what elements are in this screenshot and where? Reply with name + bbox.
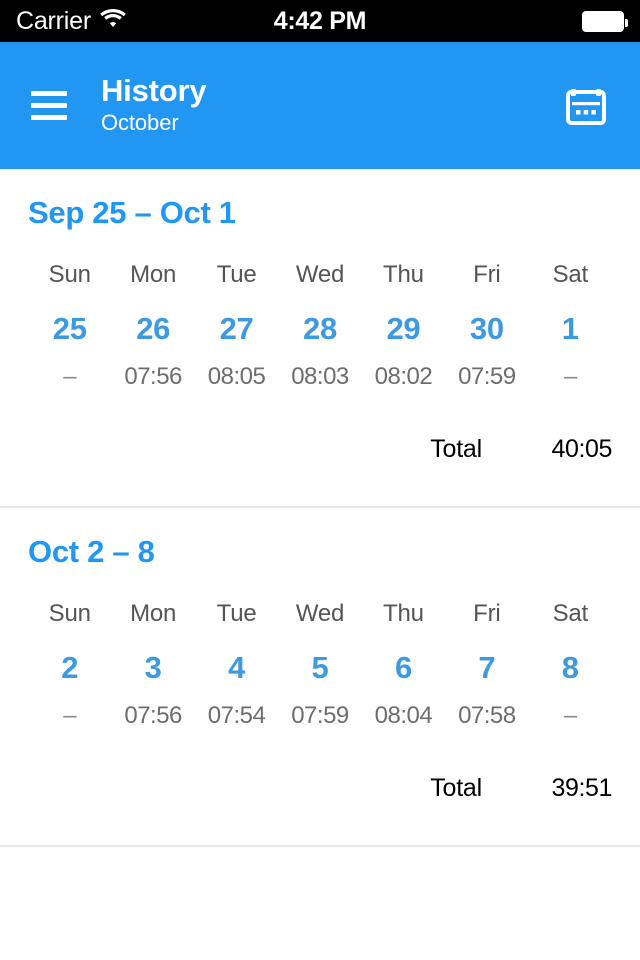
day-number[interactable]: 7 (445, 650, 528, 702)
day-hours-value: 07:58 (458, 702, 516, 729)
day-hours-value: 07:56 (124, 363, 182, 390)
week-range-heading[interactable]: Sep 25 – Oct 1 (28, 195, 612, 231)
day-hours-value: 07:54 (207, 702, 266, 729)
day-number[interactable]: 1 (529, 311, 612, 363)
weekday-label: Fri (473, 261, 501, 288)
weekday-label: Thu (383, 261, 424, 288)
week-range-heading[interactable]: Oct 2 – 8 (28, 534, 612, 570)
hamburger-bar (31, 115, 67, 120)
hamburger-bar (31, 103, 67, 108)
day-number[interactable]: 4 (195, 650, 278, 702)
day-hours-value: 08:04 (374, 702, 433, 729)
weekday-label: Sun (48, 261, 91, 288)
day-number[interactable]: 30 (445, 311, 528, 363)
weekday-label: Wed (295, 261, 345, 288)
day-number[interactable]: 3 (111, 650, 194, 702)
day-number[interactable]: 27 (195, 311, 278, 363)
weekday-label: Mon (130, 600, 177, 627)
week-section: Oct 2 – 8 Sun Mon Tue Wed Thu Fri Sat 2 3 4 5 6 7 8–07… (0, 508, 640, 847)
day-number[interactable]: 29 (362, 311, 445, 363)
day-number[interactable]: 26 (111, 311, 194, 363)
day-hours-value: 08:02 (374, 363, 433, 390)
status-bar: Carrier 4:42 PM (0, 0, 640, 42)
day-hours-empty: – (63, 702, 77, 729)
day-number[interactable]: 2 (28, 650, 111, 702)
weekday-label: Thu (383, 600, 424, 627)
weekday-label: Mon (130, 261, 177, 288)
app-bar-titles: History October (101, 72, 207, 138)
week-total-value: 40:05 (551, 435, 612, 463)
week-total-label: Total (430, 774, 482, 802)
weekday-label: Wed (295, 600, 345, 627)
week-total-value: 39:51 (551, 774, 612, 802)
week-grid: Sun Mon Tue Wed Thu Fri Sat 2 3 4 5 6 7 8–07:56 07:54 0… (28, 600, 612, 730)
week-total-row: Total 39:51 (28, 730, 612, 845)
day-hours-empty: – (63, 363, 77, 390)
day-hours-value: 07:56 (124, 702, 182, 729)
hamburger-bar (31, 91, 67, 96)
day-hours-value: 08:05 (207, 363, 266, 390)
day-number[interactable]: 8 (529, 650, 612, 702)
day-number[interactable]: 6 (362, 650, 445, 702)
day-hours-value: 07:59 (458, 363, 516, 390)
weekday-label: Fri (473, 600, 501, 627)
carrier-label: Carrier (16, 6, 91, 35)
day-hours-empty: – (563, 363, 577, 390)
day-hours-value: 07:59 (291, 702, 349, 729)
hamburger-menu-icon[interactable] (26, 83, 72, 129)
weekday-label: Sun (48, 600, 91, 627)
day-hours-value: 08:03 (291, 363, 349, 390)
page-subtitle: October (101, 110, 179, 136)
app-bar: History October (0, 42, 640, 169)
battery-full-icon (582, 10, 628, 32)
day-number[interactable]: 5 (278, 650, 361, 702)
day-hours-empty: – (563, 702, 577, 729)
week-total-label: Total (430, 435, 482, 463)
page-title: History (101, 72, 207, 108)
weekday-label: Tue (216, 261, 257, 288)
day-number[interactable]: 25 (28, 311, 111, 363)
weekday-label: Tue (216, 600, 257, 627)
week-grid: Sun Mon Tue Wed Thu Fri Sat 25 26 27 28 29 30 1–07:56… (28, 261, 612, 391)
weekday-label: Sat (552, 600, 589, 627)
status-bar-right (582, 10, 628, 32)
history-list[interactable]: Sep 25 – Oct 1 Sun Mon Tue Wed Thu Fri Sat 25 26 2… (0, 169, 640, 847)
weekday-label: Sat (552, 261, 589, 288)
status-bar-left: Carrier (16, 6, 126, 35)
week-section: Sep 25 – Oct 1 Sun Mon Tue Wed Thu Fri Sat 25 26 2… (0, 169, 640, 508)
week-total-row: Total 40:05 (28, 391, 612, 506)
wifi-icon (100, 9, 126, 33)
day-number[interactable]: 28 (278, 311, 361, 363)
calendar-icon[interactable] (558, 78, 614, 134)
